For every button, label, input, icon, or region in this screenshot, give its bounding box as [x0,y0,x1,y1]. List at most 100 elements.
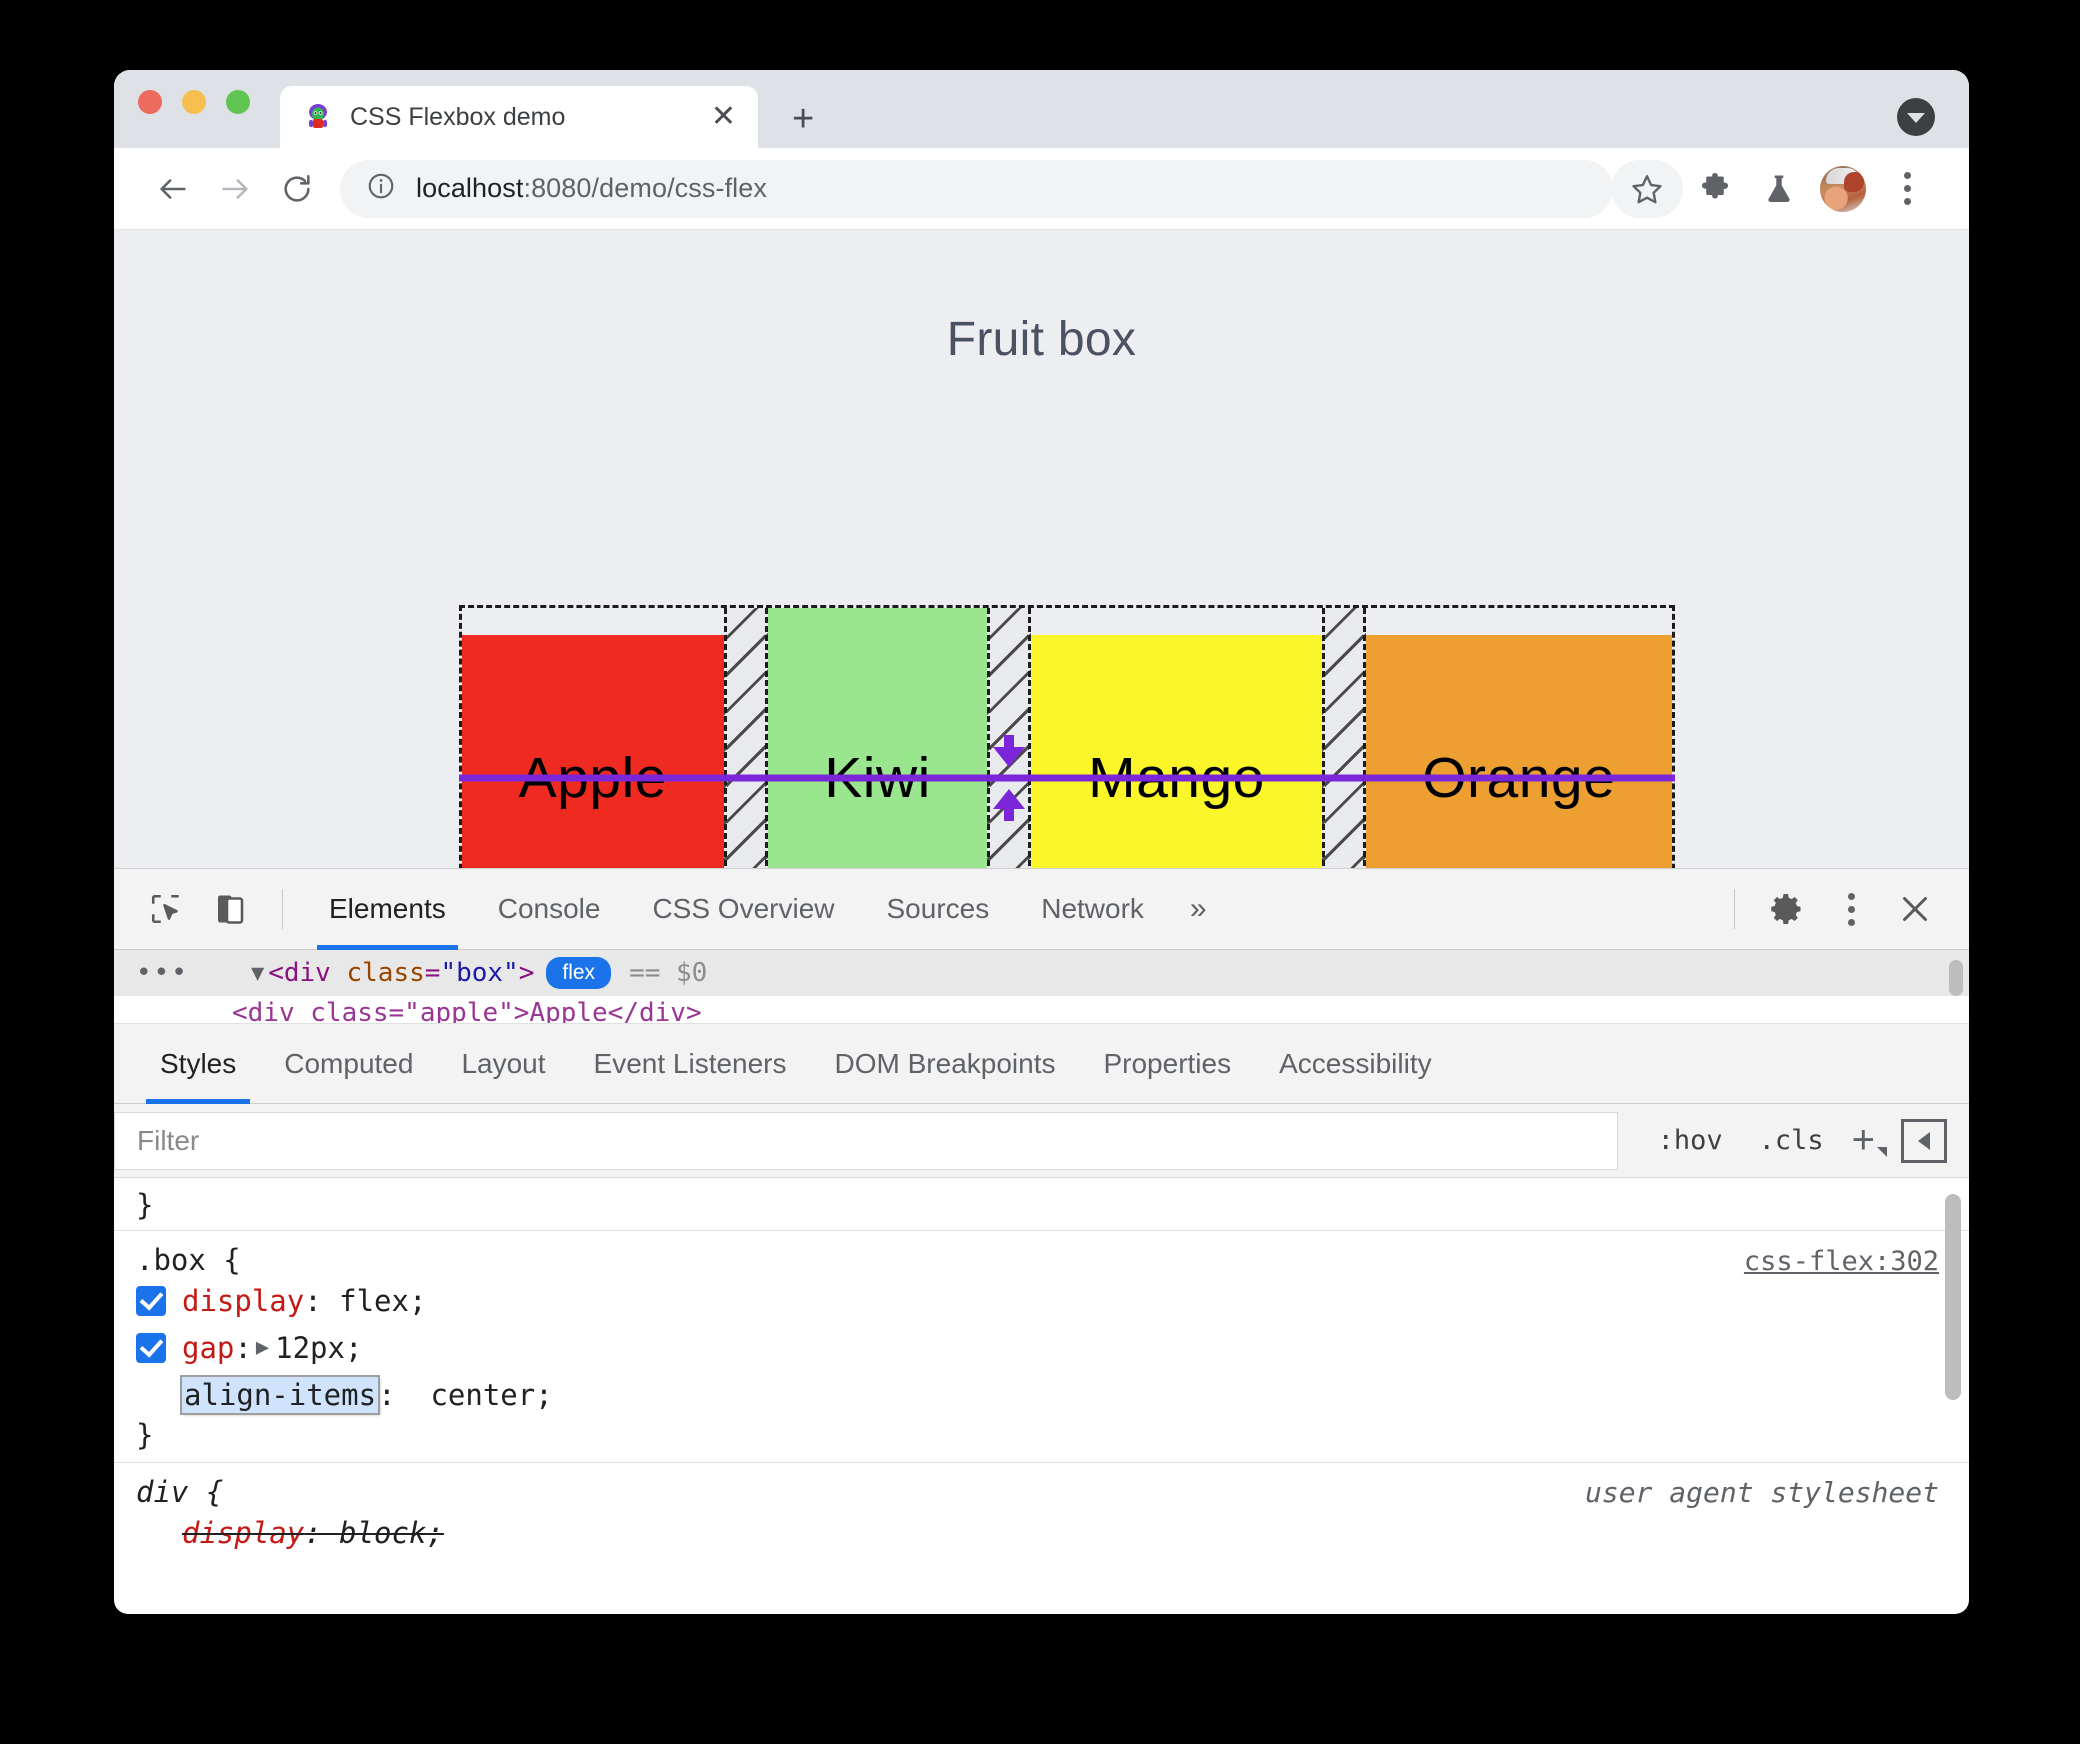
tab-strip: CSS Flexbox demo ✕ + [114,70,1969,148]
dom-attr-eq: = [424,958,441,988]
rule-header: .box { css-flex:302 [114,1243,1969,1277]
url-host: localhost [416,173,524,203]
devtools-menu-icon[interactable] [1819,877,1883,941]
new-tab-button[interactable]: + [792,100,814,138]
minimize-window-button[interactable] [182,90,206,114]
toolbar-divider [1734,889,1735,929]
align-items-center-arrows [990,734,1028,821]
flex-item-mango: Mango [1031,635,1322,868]
declaration-property[interactable]: align-items [179,1374,381,1415]
toolbar-divider [282,889,283,929]
declaration-checkbox[interactable] [136,1285,166,1316]
forward-arrow-icon[interactable] [204,158,266,220]
close-tab-button[interactable]: ✕ [711,102,736,132]
flex-item-apple: Apple [462,635,724,868]
dom-child-row[interactable]: <div class="apple">Apple</div> [114,990,1969,1024]
tab-layout[interactable]: Layout [437,1024,569,1104]
flex-gap-2 [987,608,1032,868]
tab-console[interactable]: Console [472,868,627,950]
declaration-value[interactable]: center [430,1378,535,1412]
cls-button[interactable]: .cls [1741,1125,1842,1156]
tab-sources[interactable]: Sources [861,868,1016,950]
window-controls [138,70,250,148]
close-devtools-icon[interactable] [1883,877,1947,941]
rule-source-link[interactable]: css-flex:302 [1744,1246,1939,1277]
declaration-property: display [182,1515,305,1550]
tab-title: CSS Flexbox demo [350,102,566,131]
css-declaration[interactable]: display: flex; [114,1277,1969,1324]
rule-closing-brace: } [136,1418,154,1452]
declaration-property[interactable]: gap [182,1331,234,1365]
tab-computed[interactable]: Computed [260,1024,437,1104]
dom-tree[interactable]: ••• ▼ < div class = "box" > flex == $0 <div c… [114,950,1969,1024]
flex-item-label: Kiwi [824,745,931,810]
address-bar[interactable]: localhost:8080/demo/css-flex [340,159,1613,218]
declaration-checkbox[interactable] [136,1380,166,1410]
device-toolbar-icon[interactable] [198,877,262,941]
tab-styles[interactable]: Styles [136,1024,260,1104]
css-declaration-editing[interactable]: align-items: center; [114,1371,1969,1418]
css-declaration[interactable]: display: block; [114,1509,1969,1556]
user-agent-label: user agent stylesheet [1584,1476,1939,1509]
flask-icon[interactable] [1747,157,1811,221]
flex-item-orange: Orange [1365,635,1672,868]
dom-open-tag: < [268,958,284,988]
kebab-menu-icon[interactable] [1875,157,1939,221]
flex-item-label: Orange [1422,745,1616,810]
expand-caret-icon[interactable]: ▼ [251,961,264,986]
css-rule-box: .box { css-flex:302 display: flex; gap: ▶… [114,1231,1969,1462]
dom-tag-name: div [283,958,331,988]
orphan-closing-brace: } [136,1188,154,1222]
dom-tree-scrollbar[interactable] [1949,960,1963,996]
avatar[interactable] [1811,157,1875,221]
close-window-button[interactable] [138,90,162,114]
styles-filter-actions: :hov .cls + [1618,1118,1953,1163]
rule-selector[interactable]: .box { [136,1243,241,1277]
devtools-toolbar-actions [1714,877,1947,941]
browser-tab[interactable]: CSS Flexbox demo ✕ [280,86,758,148]
tab-accessibility[interactable]: Accessibility [1255,1024,1455,1104]
styles-pane-scrollbar[interactable] [1945,1194,1961,1400]
puzzle-icon[interactable] [1683,157,1747,221]
url-text: localhost:8080/demo/css-flex [416,173,767,204]
flex-badge[interactable]: flex [546,957,612,989]
tab-network[interactable]: Network [1015,868,1170,950]
back-arrow-icon[interactable] [142,158,204,220]
inspect-cursor-icon[interactable] [134,877,198,941]
devtools-toolbar: Elements Console CSS Overview Sources Ne… [114,868,1969,950]
expand-triangle-icon[interactable]: ▶ [256,1335,269,1360]
flexbox-overlay: Apple Kiwi Mango Orange [459,605,1675,868]
tab-dom-breakpoints[interactable]: DOM Breakpoints [811,1024,1080,1104]
reload-icon[interactable] [266,158,328,220]
css-declaration[interactable]: gap: ▶ 12px; [114,1324,1969,1371]
dom-attr-name: class [346,958,425,988]
flex-gap-3 [1321,608,1366,868]
devtools-tab-list: Elements Console CSS Overview Sources Ne… [303,868,1227,950]
gear-icon[interactable] [1755,877,1819,941]
declaration-property[interactable]: display [182,1284,304,1318]
new-style-rule-button[interactable]: + [1842,1118,1888,1163]
info-circle-icon[interactable] [366,171,396,206]
dom-child-markup: <div class="apple">Apple</div> [232,998,702,1024]
tab-properties[interactable]: Properties [1079,1024,1255,1104]
dom-close-bracket: > [518,958,535,988]
filter-input[interactable]: Filter [114,1111,1618,1170]
bookmark-star-icon[interactable] [1611,159,1683,218]
toggle-sidebar-icon[interactable] [1901,1118,1947,1163]
more-tabs-button[interactable]: » [1170,892,1227,926]
flex-item-kiwi: Kiwi [767,608,988,868]
chevron-down-icon[interactable] [1897,98,1935,136]
tab-css-overview[interactable]: CSS Overview [626,868,860,950]
tab-elements[interactable]: Elements [303,868,472,950]
url-path: :8080/demo/css-flex [523,173,767,203]
tab-event-listeners[interactable]: Event Listeners [570,1024,811,1104]
declaration-value[interactable]: flex [339,1284,409,1318]
devtools-panel: Elements Console CSS Overview Sources Ne… [114,868,1969,1566]
declaration-value[interactable]: 12px [275,1331,345,1365]
maximize-window-button[interactable] [226,90,250,114]
declaration-checkbox[interactable] [136,1332,166,1363]
dom-ellipsis[interactable]: ••• [136,958,189,988]
declaration-value: block [339,1515,427,1550]
hov-button[interactable]: :hov [1640,1125,1741,1156]
flex-gap-1 [723,608,768,868]
